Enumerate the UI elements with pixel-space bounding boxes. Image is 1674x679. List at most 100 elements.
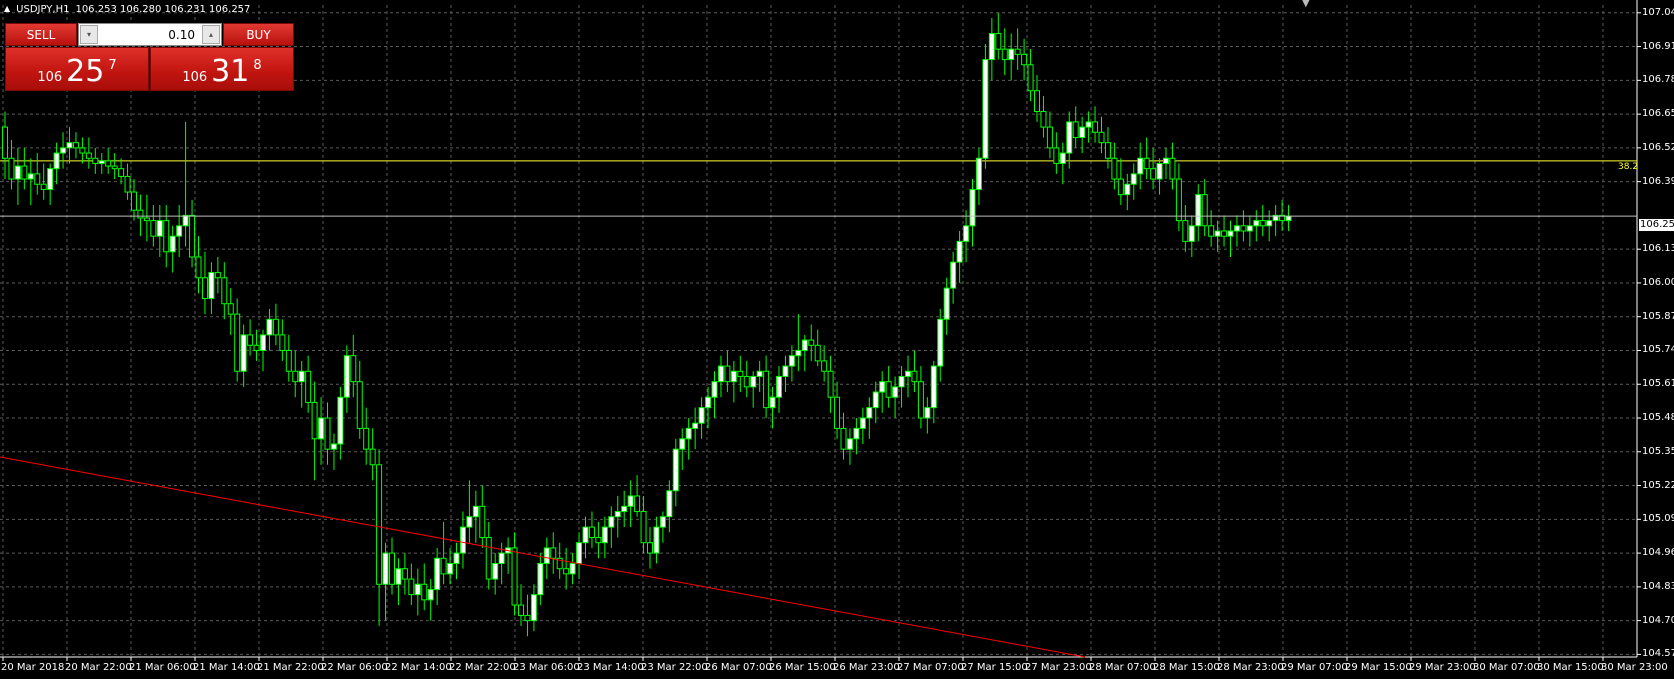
candle-bull	[859, 417, 866, 429]
candle-bull	[879, 381, 886, 393]
candle-bull	[924, 407, 931, 419]
candle-bull	[801, 339, 808, 351]
lot-size-field[interactable]: ▾ ▴	[78, 23, 222, 47]
buy-button[interactable]: BUY	[223, 23, 294, 46]
candle-bear	[118, 168, 125, 177]
candle-bull	[846, 438, 853, 450]
candle-bull	[472, 505, 479, 518]
time-axis-label: 28 Mar 15:00	[1153, 662, 1220, 673]
time-axis-label: 29 Mar 23:00	[1409, 662, 1476, 673]
candle-bull	[1130, 173, 1137, 185]
candle-bear	[305, 370, 312, 403]
lot-size-input[interactable]	[103, 24, 197, 47]
candle-bear	[408, 578, 415, 596]
candle-bull	[853, 427, 860, 440]
candle-bull	[27, 173, 34, 180]
buy-price-prefix: 106	[182, 70, 208, 85]
price-axis-label: 105.090	[1642, 513, 1674, 525]
buy-price-main: 31	[211, 54, 250, 89]
candle-bull	[1085, 121, 1092, 128]
time-axis-label: 26 Mar 15:00	[769, 662, 836, 673]
candle-bull	[950, 261, 957, 289]
candle-bull	[156, 220, 163, 237]
current-price-tag: 106.257	[1639, 219, 1674, 231]
candle-bear	[485, 537, 492, 580]
candle-bull	[782, 365, 789, 377]
candle-bear	[1027, 64, 1034, 92]
lot-decrease-arrow-icon[interactable]: ▾	[80, 25, 98, 44]
candle-bull	[621, 505, 628, 513]
candle-bull	[14, 165, 21, 180]
candle-bull	[601, 526, 608, 544]
candle-bull	[466, 516, 473, 528]
candle-bear	[1201, 194, 1208, 227]
candle-bull	[176, 225, 183, 237]
price-axis-label: 104.700	[1642, 614, 1674, 626]
candle-bull	[576, 542, 583, 564]
candle-bull	[730, 370, 737, 383]
candle-bull	[679, 438, 686, 450]
candlestick-chart[interactable]	[0, 0, 1674, 679]
buy-price-button[interactable]: 106 31 8	[150, 47, 294, 91]
candle-bear	[563, 568, 570, 575]
price-axis-label: 105.740	[1642, 344, 1674, 356]
candle-bull	[427, 588, 434, 601]
buy-price: 106 31 8	[151, 54, 293, 89]
collapse-triangle-icon[interactable]: ▲	[4, 4, 10, 15]
candle-bull	[769, 396, 776, 409]
candle-bear	[479, 505, 486, 539]
candle-bull	[930, 365, 937, 409]
candle-bull	[1059, 152, 1066, 164]
candle-bull	[905, 370, 911, 377]
candle-bull	[453, 552, 460, 564]
candle-bear	[137, 209, 144, 219]
candle-bull	[653, 526, 660, 554]
candle-bull	[498, 552, 505, 564]
candle-bear	[285, 349, 292, 372]
candle-bear	[511, 547, 518, 606]
candle-bull	[943, 287, 950, 320]
candle-bull	[1124, 183, 1131, 196]
sell-button[interactable]: SELL	[5, 23, 77, 46]
candle-bull	[776, 375, 782, 398]
candle-bear	[221, 277, 228, 305]
lot-increase-arrow-icon[interactable]: ▴	[202, 25, 220, 44]
time-axis-label: 26 Mar 07:00	[705, 662, 772, 673]
sell-price-button[interactable]: 106 25 7	[5, 47, 149, 91]
candle-bull	[969, 188, 976, 227]
candle-bear	[1034, 90, 1040, 113]
time-axis-label: 30 Mar 23:00	[1601, 662, 1668, 673]
candle-bull	[414, 583, 421, 596]
chart-window[interactable]: ▼ ▲ USDJPY,H1 106.253 106.280 106.231 10…	[0, 0, 1674, 679]
time-axis-label: 28 Mar 23:00	[1217, 662, 1284, 673]
time-axis-label: 20 Mar 2018	[1, 662, 65, 673]
candle-bear	[634, 495, 641, 513]
candle-bear	[363, 427, 370, 450]
time-axis-label: 22 Mar 06:00	[321, 662, 388, 673]
candle-bull	[717, 365, 724, 383]
candle-bull	[937, 318, 944, 367]
candle-bear	[356, 381, 363, 429]
candle-bear	[79, 147, 86, 154]
candle-bull	[1233, 225, 1240, 232]
candle-bear	[279, 334, 286, 351]
candle-bear	[234, 313, 241, 372]
candle-bull	[685, 427, 692, 440]
candle-bear	[1143, 157, 1150, 170]
time-axis-label: 20 Mar 22:00	[65, 662, 132, 673]
candle-bear	[1169, 157, 1176, 180]
candle-bull	[627, 495, 634, 507]
candle-bear	[376, 464, 383, 585]
sell-price: 106 25 7	[6, 54, 148, 89]
candle-bull	[582, 526, 589, 544]
sell-price-prefix: 106	[37, 70, 63, 85]
price-axis-label: 105.610	[1642, 378, 1674, 390]
period-separator-marker: ▼	[1302, 0, 1310, 9]
candle-bear	[227, 303, 234, 315]
time-axis-label: 30 Mar 15:00	[1537, 662, 1604, 673]
candle-bull	[492, 562, 499, 580]
candle-bear	[131, 191, 137, 211]
time-axis-label: 21 Mar 22:00	[257, 662, 324, 673]
candle-bear	[737, 370, 744, 377]
price-axis-label: 106.130	[1642, 243, 1674, 255]
